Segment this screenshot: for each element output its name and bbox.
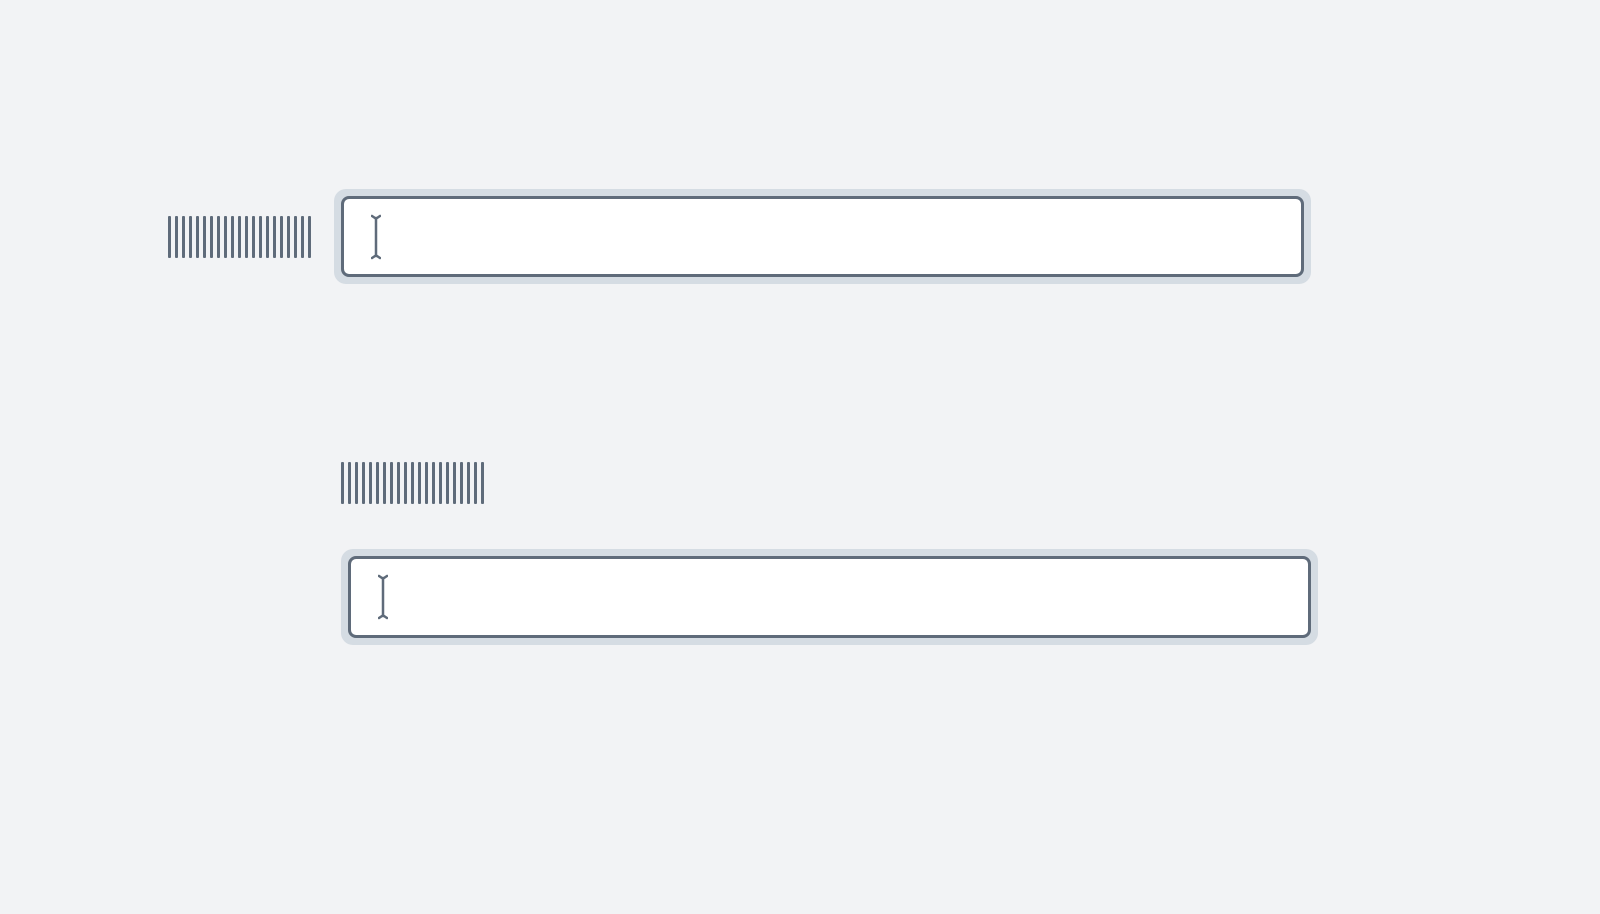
text-input-1[interactable] [341,196,1304,277]
input-wrapper-1 [334,189,1311,284]
text-input-2[interactable] [348,556,1311,638]
text-cursor-icon [371,214,381,260]
form-group-2 [341,462,1318,645]
form-container [0,0,1600,914]
input-wrapper-2 [341,549,1318,645]
field-1-label [168,216,311,258]
form-row-1 [168,189,1311,284]
field-2-label [341,462,1318,504]
text-cursor-icon [378,574,388,620]
